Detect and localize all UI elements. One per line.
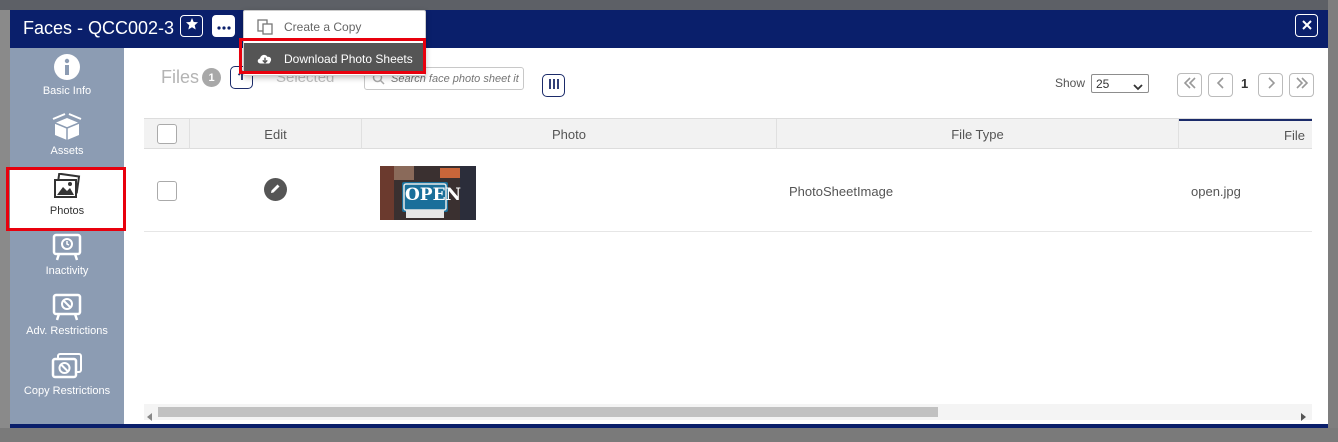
sidebar-item-label: Assets (50, 145, 84, 157)
row-checkbox[interactable] (157, 181, 177, 201)
sidebar-item-label: Basic Info (42, 85, 92, 97)
photo-sign-text: OPEN (405, 185, 462, 205)
edit-button[interactable] (264, 178, 287, 201)
page-size-value: 25 (1096, 76, 1110, 91)
chevron-down-icon (1133, 80, 1143, 94)
more-actions-button[interactable] (212, 15, 235, 37)
double-chevron-right-icon (1295, 76, 1309, 94)
adv-restriction-icon (50, 292, 84, 322)
copy-restriction-icon (50, 352, 84, 382)
select-all-cell (144, 119, 190, 149)
ellipsis-icon (216, 17, 231, 35)
scrollbar-thumb[interactable] (158, 407, 938, 417)
sidebar-item-copy-restrictions[interactable]: Copy Restrictions (10, 348, 124, 408)
close-icon (1301, 17, 1312, 35)
window-title: Faces - QCC002-3 (23, 18, 175, 38)
photo-thumbnail[interactable]: OPEN (380, 166, 476, 220)
backdrop-bottom (0, 428, 1338, 442)
file-name-cell: open.jpg (1191, 184, 1241, 199)
menu-item-label: Create a Copy (284, 19, 362, 34)
chevron-left-icon (1216, 76, 1226, 94)
next-page-button[interactable] (1258, 73, 1283, 97)
sidebar-item-label: Adv. Restrictions (26, 325, 108, 337)
columns-button[interactable] (542, 74, 565, 97)
horizontal-scrollbar[interactable] (144, 404, 1312, 421)
chevron-right-icon (1266, 76, 1276, 94)
faces-window: Faces - QCC002-3 Basic Info Assets Photo… (10, 10, 1328, 428)
column-header-photo[interactable]: Photo (362, 119, 777, 149)
sidebar-item-label: Inactivity (45, 265, 89, 277)
column-header-file-type[interactable]: File Type (777, 119, 1179, 149)
sidebar-item-label: Copy Restrictions (23, 385, 111, 397)
prev-page-button[interactable] (1208, 73, 1233, 97)
current-page-number: 1 (1241, 76, 1249, 91)
pencil-icon (270, 181, 281, 199)
show-label: Show (1055, 76, 1086, 90)
select-all-checkbox[interactable] (156, 124, 177, 144)
files-grid: Edit Photo File Type File OPEN PhotoShee… (144, 118, 1312, 420)
files-title: Files (161, 67, 200, 87)
photos-highlight-box (6, 167, 126, 231)
backdrop-right (1328, 0, 1338, 442)
last-page-button[interactable] (1289, 73, 1314, 97)
sidebar-item-inactivity[interactable]: Inactivity (10, 228, 124, 288)
copy-icon (256, 18, 274, 36)
window-bottom-border (10, 424, 1328, 428)
page-size-select[interactable]: 25 (1091, 74, 1149, 93)
star-icon (185, 17, 199, 36)
box-icon (50, 112, 84, 142)
titlebar: Faces - QCC002-3 (10, 10, 1328, 48)
file-type-cell: PhotoSheetImage (789, 184, 894, 199)
column-header-edit[interactable]: Edit (190, 119, 362, 149)
table-row[interactable]: OPEN PhotoSheetImage open.jpg (144, 150, 1312, 232)
sidebar-item-assets[interactable]: Assets (10, 108, 124, 168)
columns-icon (548, 77, 560, 95)
download-highlight-box (239, 38, 426, 74)
close-button[interactable] (1295, 14, 1318, 37)
info-icon (50, 52, 84, 82)
column-header-file[interactable]: File (1179, 119, 1312, 149)
sidebar-item-basic-info[interactable]: Basic Info (10, 48, 124, 108)
files-panel: Files 1 Selected Show 25 (124, 48, 1328, 428)
files-count-badge: 1 (202, 68, 221, 87)
double-chevron-left-icon (1183, 76, 1197, 94)
inactivity-icon (50, 232, 84, 262)
sidebar-item-adv-restrictions[interactable]: Adv. Restrictions (10, 288, 124, 348)
grid-header: Edit Photo File Type File (144, 119, 1312, 149)
first-page-button[interactable] (1177, 73, 1202, 97)
backdrop-top (0, 0, 1338, 10)
sidebar: Basic Info Assets Photos Inactivity Adv.… (10, 48, 124, 428)
favorite-button[interactable] (180, 15, 203, 37)
